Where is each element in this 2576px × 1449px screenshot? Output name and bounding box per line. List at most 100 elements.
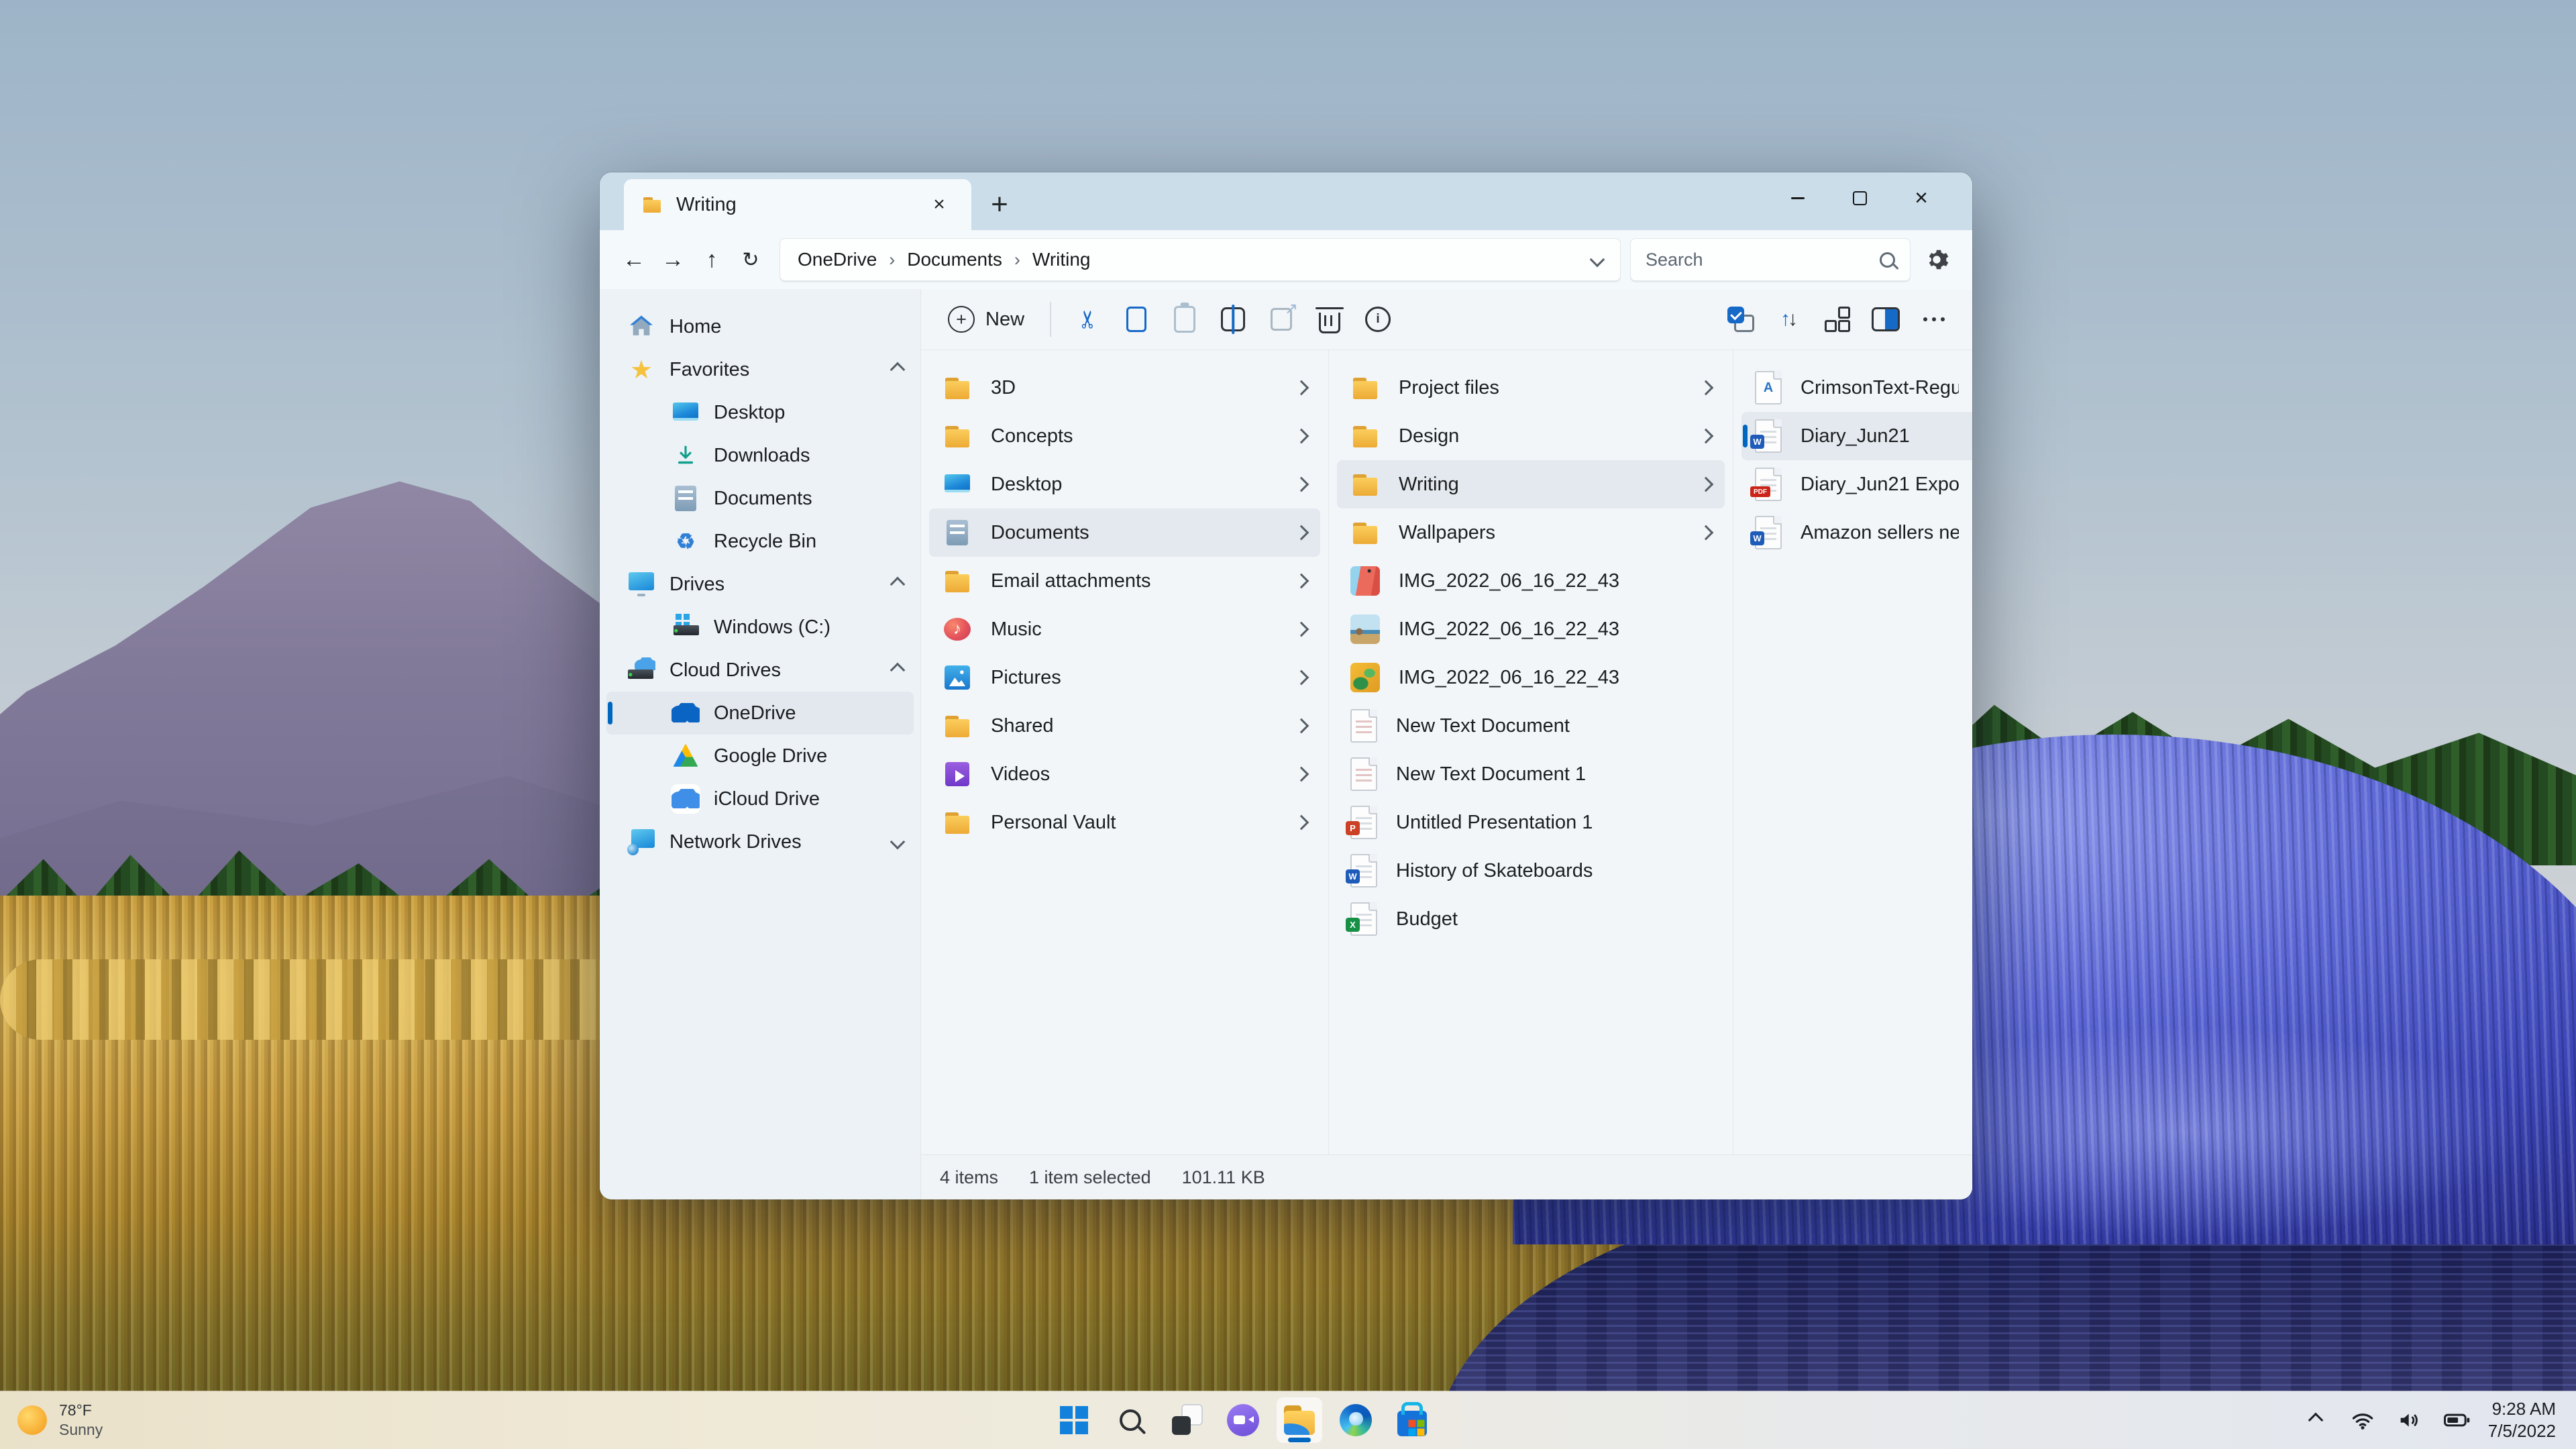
sidebar-item-icloud-drive[interactable]: iCloud Drive <box>606 777 914 820</box>
sidebar-item-recycle-bin[interactable]: Recycle Bin <box>606 520 914 563</box>
file-row-new-text-document-1[interactable]: New Text Document 1 <box>1337 750 1725 798</box>
clock-date: 7/5/2022 <box>2487 1421 2556 1441</box>
preview-pane-icon <box>1872 307 1900 331</box>
music-icon <box>943 614 972 644</box>
new-tab-button[interactable] <box>981 186 1018 223</box>
sidebar-section-drives[interactable]: Drives <box>606 563 914 606</box>
view-button[interactable] <box>1815 297 1860 341</box>
preview-pane-button[interactable] <box>1864 297 1908 341</box>
sidebar-item-windows-c[interactable]: Windows (C:) <box>606 606 914 649</box>
minimize-button[interactable] <box>1767 180 1829 215</box>
file-row-diary-jun21-selected[interactable]: Diary_Jun21 <box>1741 412 1972 460</box>
sidebar-section-cloud-drives[interactable]: Cloud Drives <box>606 649 914 692</box>
details-button[interactable] <box>1356 297 1400 341</box>
chevron-up-icon[interactable] <box>890 662 906 678</box>
maximize-button[interactable] <box>1829 180 1890 215</box>
cut-button[interactable] <box>1066 297 1110 341</box>
breadcrumb-onedrive[interactable]: OneDrive <box>798 249 877 270</box>
search-input[interactable]: Search <box>1630 238 1911 281</box>
file-row-img-1[interactable]: IMG_2022_06_16_22_43 <box>1337 557 1725 605</box>
sidebar-item-downloads[interactable]: Downloads <box>606 434 914 477</box>
file-row-shared[interactable]: Shared <box>929 702 1320 750</box>
address-dropdown-icon[interactable] <box>1589 252 1605 268</box>
file-row-videos[interactable]: Videos <box>929 750 1320 798</box>
wifi-button[interactable] <box>2347 1405 2378 1436</box>
file-row-desktop[interactable]: Desktop <box>929 460 1320 508</box>
sort-button[interactable] <box>1767 297 1811 341</box>
file-row-writing-selected[interactable]: Writing <box>1337 460 1725 508</box>
file-row-img-3[interactable]: IMG_2022_06_16_22_43 <box>1337 653 1725 702</box>
more-options-button[interactable] <box>1912 297 1956 341</box>
share-button[interactable] <box>1259 297 1303 341</box>
hidden-icons-button[interactable] <box>2300 1405 2331 1436</box>
file-row-history-of-skateboards[interactable]: History of Skateboards <box>1337 847 1725 895</box>
file-row-budget[interactable]: Budget <box>1337 895 1725 943</box>
volume-button[interactable] <box>2394 1405 2425 1436</box>
settings-button[interactable] <box>1916 239 1957 280</box>
breadcrumb-documents[interactable]: Documents <box>907 249 1002 270</box>
rename-button[interactable] <box>1211 297 1255 341</box>
chat-button[interactable] <box>1220 1397 1266 1443</box>
file-row-project-files[interactable]: Project files <box>1337 364 1725 412</box>
sidebar-item-home[interactable]: Home <box>606 305 914 348</box>
file-explorer-window: Writing ← → ↑ ↻ OneDrive Documents Writi… <box>600 172 1972 1199</box>
taskbar-search-button[interactable] <box>1108 1397 1153 1443</box>
file-row-documents-selected[interactable]: Documents <box>929 508 1320 557</box>
sidebar-item-desktop[interactable]: Desktop <box>606 391 914 434</box>
address-bar[interactable]: OneDrive Documents Writing <box>780 238 1621 281</box>
sidebar-item-onedrive[interactable]: OneDrive <box>606 692 914 735</box>
store-button[interactable] <box>1389 1397 1435 1443</box>
select-mode-button[interactable] <box>1719 297 1763 341</box>
minimize-icon <box>1791 197 1805 199</box>
chevron-up-icon[interactable] <box>890 576 906 592</box>
file-row-design[interactable]: Design <box>1337 412 1725 460</box>
file-row-pictures[interactable]: Pictures <box>929 653 1320 702</box>
file-row-img-2[interactable]: IMG_2022_06_16_22_43 <box>1337 605 1725 653</box>
file-explorer-button[interactable] <box>1277 1397 1322 1443</box>
delete-button[interactable] <box>1307 297 1352 341</box>
chevron-up-icon[interactable] <box>890 362 906 378</box>
file-row-diary-jun21-exported[interactable]: Diary_Jun21 Exported <box>1741 460 1972 508</box>
back-button[interactable]: ← <box>614 240 653 279</box>
tab-close-icon[interactable] <box>924 190 954 219</box>
sidebar-section-favorites[interactable]: Favorites <box>606 348 914 391</box>
chevron-right-icon <box>1293 669 1309 686</box>
tab-writing[interactable]: Writing <box>624 179 971 230</box>
chevron-right-icon <box>1698 380 1714 396</box>
breadcrumb-writing[interactable]: Writing <box>1032 249 1091 270</box>
task-view-button[interactable] <box>1164 1397 1210 1443</box>
file-row-crimsontext[interactable]: CrimsonText-Regular <box>1741 364 1972 412</box>
breadcrumb-separator-icon <box>886 249 898 270</box>
new-button[interactable]: New <box>937 298 1035 341</box>
file-row-untitled-presentation[interactable]: Untitled Presentation 1 <box>1337 798 1725 847</box>
taskbar-center-icons <box>1051 1397 1435 1443</box>
up-button[interactable]: ↑ <box>692 240 731 279</box>
chevron-down-icon[interactable] <box>890 834 906 850</box>
chevron-right-icon <box>1293 525 1309 541</box>
battery-button[interactable] <box>2441 1405 2472 1436</box>
close-button[interactable] <box>1890 180 1952 215</box>
refresh-button[interactable]: ↻ <box>731 240 770 279</box>
edge-button[interactable] <box>1333 1397 1379 1443</box>
file-row-music[interactable]: Music <box>929 605 1320 653</box>
start-button[interactable] <box>1051 1397 1097 1443</box>
clock-widget[interactable]: 9:28 AM 7/5/2022 <box>2488 1398 2556 1442</box>
sidebar-item-documents[interactable]: Documents <box>606 477 914 520</box>
weather-widget[interactable]: 78°F Sunny <box>0 1391 120 1449</box>
tab-strip: Writing <box>600 172 1972 230</box>
weather-condition: Sunny <box>59 1421 103 1438</box>
file-row-email-attachments[interactable]: Email attachments <box>929 557 1320 605</box>
file-row-personal-vault[interactable]: Personal Vault <box>929 798 1320 847</box>
paste-button[interactable] <box>1163 297 1207 341</box>
search-icon <box>1880 252 1895 268</box>
powerpoint-file-icon <box>1346 806 1377 839</box>
file-row-concepts[interactable]: Concepts <box>929 412 1320 460</box>
file-row-3d[interactable]: 3D <box>929 364 1320 412</box>
copy-button[interactable] <box>1114 297 1159 341</box>
forward-button[interactable]: → <box>653 240 692 279</box>
sidebar-section-network-drives[interactable]: Network Drives <box>606 820 914 863</box>
file-row-new-text-document[interactable]: New Text Document <box>1337 702 1725 750</box>
file-row-wallpapers[interactable]: Wallpapers <box>1337 508 1725 557</box>
sidebar-item-google-drive[interactable]: Google Drive <box>606 735 914 777</box>
file-row-amazon-sellers-newsletter[interactable]: Amazon sellers newsl <box>1741 508 1972 557</box>
